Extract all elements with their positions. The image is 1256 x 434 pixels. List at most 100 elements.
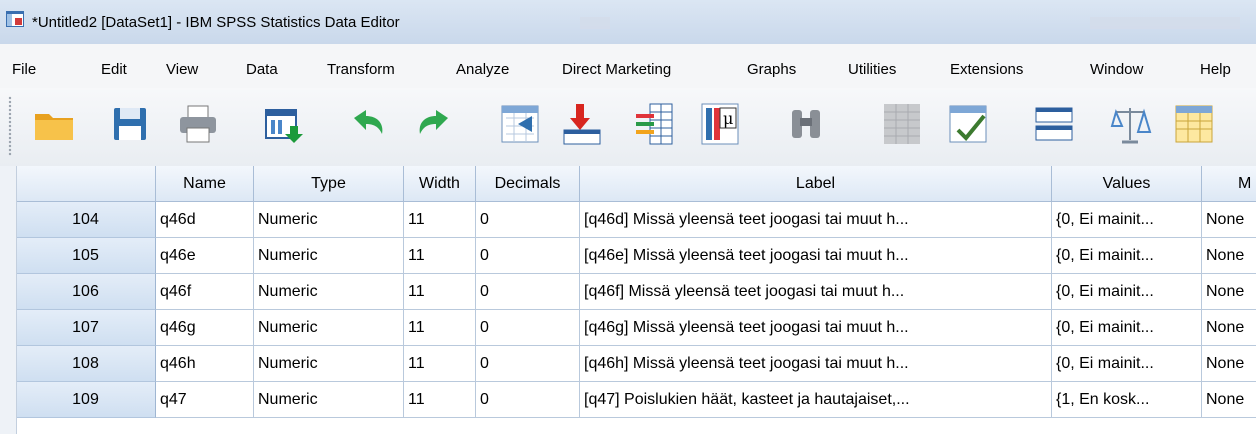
background-window-hint bbox=[580, 17, 610, 29]
header-missing[interactable]: M bbox=[1202, 166, 1256, 202]
go-to-variable-icon[interactable] bbox=[560, 102, 604, 146]
menu-analyze[interactable]: Analyze bbox=[456, 61, 509, 78]
cell-name[interactable]: q46d bbox=[156, 202, 254, 238]
row-number[interactable]: 107 bbox=[16, 310, 156, 346]
header-decimals[interactable]: Decimals bbox=[476, 166, 580, 202]
menu-help[interactable]: Help bbox=[1200, 61, 1231, 78]
table-row[interactable]: 105 q46e Numeric 11 0 [q46e] Missä yleen… bbox=[0, 238, 1256, 274]
cell-width[interactable]: 11 bbox=[404, 238, 476, 274]
recall-dialog-icon[interactable] bbox=[262, 102, 306, 146]
open-folder-icon[interactable] bbox=[32, 102, 76, 146]
cell-missing[interactable]: None bbox=[1202, 382, 1256, 418]
cell-name[interactable]: q46h bbox=[156, 346, 254, 382]
cell-decimals[interactable]: 0 bbox=[476, 274, 580, 310]
split-file-icon[interactable] bbox=[1032, 102, 1076, 146]
weight-cases-icon[interactable] bbox=[1108, 102, 1152, 146]
header-label[interactable]: Label bbox=[580, 166, 1052, 202]
toolbar: μ bbox=[0, 88, 1256, 167]
cell-label[interactable]: [q46d] Missä yleensä teet joogasi tai mu… bbox=[580, 202, 1052, 238]
cell-width[interactable]: 11 bbox=[404, 382, 476, 418]
table-row[interactable]: 106 q46f Numeric 11 0 [q46f] Missä yleen… bbox=[0, 274, 1256, 310]
redo-icon[interactable] bbox=[412, 102, 456, 146]
row-number[interactable]: 106 bbox=[16, 274, 156, 310]
cell-name[interactable]: q46g bbox=[156, 310, 254, 346]
go-to-case-icon[interactable] bbox=[498, 102, 542, 146]
table-row[interactable]: 108 q46h Numeric 11 0 [q46h] Missä yleen… bbox=[0, 346, 1256, 382]
variable-view-grid: Name Type Width Decimals Label Values M … bbox=[0, 166, 1256, 434]
window-title: *Untitled2 [DataSet1] - IBM SPSS Statist… bbox=[32, 14, 400, 31]
cell-decimals[interactable]: 0 bbox=[476, 310, 580, 346]
cell-name[interactable]: q46e bbox=[156, 238, 254, 274]
cell-missing[interactable]: None bbox=[1202, 274, 1256, 310]
cell-decimals[interactable]: 0 bbox=[476, 238, 580, 274]
menu-data[interactable]: Data bbox=[246, 61, 278, 78]
menu-edit[interactable]: Edit bbox=[101, 61, 127, 78]
find-icon[interactable] bbox=[784, 102, 828, 146]
cell-width[interactable]: 11 bbox=[404, 274, 476, 310]
menu-graphs[interactable]: Graphs bbox=[747, 61, 796, 78]
cell-values[interactable]: {1, En kosk... bbox=[1052, 382, 1202, 418]
cell-width[interactable]: 11 bbox=[404, 202, 476, 238]
select-cases-icon[interactable] bbox=[1172, 102, 1216, 146]
cell-missing[interactable]: None bbox=[1202, 238, 1256, 274]
cell-label[interactable]: [q47] Poislukien häät, kasteet ja hautaj… bbox=[580, 382, 1052, 418]
cell-decimals[interactable]: 0 bbox=[476, 202, 580, 238]
cell-values[interactable]: {0, Ei mainit... bbox=[1052, 346, 1202, 382]
undo-icon[interactable] bbox=[346, 102, 390, 146]
cell-values[interactable]: {0, Ei mainit... bbox=[1052, 310, 1202, 346]
background-window-hint bbox=[1090, 17, 1240, 29]
header-name[interactable]: Name bbox=[156, 166, 254, 202]
cell-type[interactable]: Numeric bbox=[254, 346, 404, 382]
insert-variable-icon[interactable] bbox=[946, 102, 990, 146]
menu-extensions[interactable]: Extensions bbox=[950, 61, 1023, 78]
run-descriptives-icon[interactable]: μ bbox=[698, 102, 742, 146]
cell-type[interactable]: Numeric bbox=[254, 202, 404, 238]
menu-direct-marketing[interactable]: Direct Marketing bbox=[562, 61, 671, 78]
header-width[interactable]: Width bbox=[404, 166, 476, 202]
menu-file[interactable]: File bbox=[12, 61, 36, 78]
cell-values[interactable]: {0, Ei mainit... bbox=[1052, 274, 1202, 310]
cell-decimals[interactable]: 0 bbox=[476, 382, 580, 418]
print-icon[interactable] bbox=[176, 102, 220, 146]
table-row[interactable]: 107 q46g Numeric 11 0 [q46g] Missä yleen… bbox=[0, 310, 1256, 346]
cell-decimals[interactable]: 0 bbox=[476, 346, 580, 382]
cell-type[interactable]: Numeric bbox=[254, 274, 404, 310]
title-bar: *Untitled2 [DataSet1] - IBM SPSS Statist… bbox=[0, 0, 1256, 44]
cell-missing[interactable]: None bbox=[1202, 310, 1256, 346]
header-type[interactable]: Type bbox=[254, 166, 404, 202]
cell-label[interactable]: [q46h] Missä yleensä teet joogasi tai mu… bbox=[580, 346, 1052, 382]
cell-type[interactable]: Numeric bbox=[254, 238, 404, 274]
svg-text:μ: μ bbox=[723, 109, 733, 128]
save-icon[interactable] bbox=[108, 102, 152, 146]
cell-name[interactable]: q47 bbox=[156, 382, 254, 418]
row-number[interactable]: 104 bbox=[16, 202, 156, 238]
row-number[interactable]: 109 bbox=[16, 382, 156, 418]
menu-view[interactable]: View bbox=[166, 61, 198, 78]
cell-name[interactable]: q46f bbox=[156, 274, 254, 310]
header-values[interactable]: Values bbox=[1052, 166, 1202, 202]
cell-width[interactable]: 11 bbox=[404, 346, 476, 382]
cell-type[interactable]: Numeric bbox=[254, 382, 404, 418]
cell-missing[interactable]: None bbox=[1202, 202, 1256, 238]
variables-icon[interactable] bbox=[632, 102, 676, 146]
menu-transform[interactable]: Transform bbox=[327, 61, 395, 78]
row-number[interactable]: 105 bbox=[16, 238, 156, 274]
cell-type[interactable]: Numeric bbox=[254, 310, 404, 346]
table-row[interactable]: 109 q47 Numeric 11 0 [q47] Poislukien hä… bbox=[0, 382, 1256, 418]
toolbar-grip[interactable] bbox=[8, 96, 12, 156]
cell-values[interactable]: {0, Ei mainit... bbox=[1052, 202, 1202, 238]
cell-label[interactable]: [q46f] Missä yleensä teet joogasi tai mu… bbox=[580, 274, 1052, 310]
insert-cases-icon[interactable] bbox=[880, 102, 924, 146]
cell-label[interactable]: [q46e] Missä yleensä teet joogasi tai mu… bbox=[580, 238, 1052, 274]
window-left-edge bbox=[0, 166, 17, 434]
spss-app-icon[interactable] bbox=[6, 11, 24, 27]
menu-window[interactable]: Window bbox=[1090, 61, 1143, 78]
cell-width[interactable]: 11 bbox=[404, 310, 476, 346]
table-row[interactable]: 104 q46d Numeric 11 0 [q46d] Missä yleen… bbox=[0, 202, 1256, 238]
cell-label[interactable]: [q46g] Missä yleensä teet joogasi tai mu… bbox=[580, 310, 1052, 346]
cell-missing[interactable]: None bbox=[1202, 346, 1256, 382]
row-number[interactable]: 108 bbox=[16, 346, 156, 382]
cell-values[interactable]: {0, Ei mainit... bbox=[1052, 238, 1202, 274]
menu-utilities[interactable]: Utilities bbox=[848, 61, 896, 78]
corner-header[interactable] bbox=[16, 166, 156, 202]
